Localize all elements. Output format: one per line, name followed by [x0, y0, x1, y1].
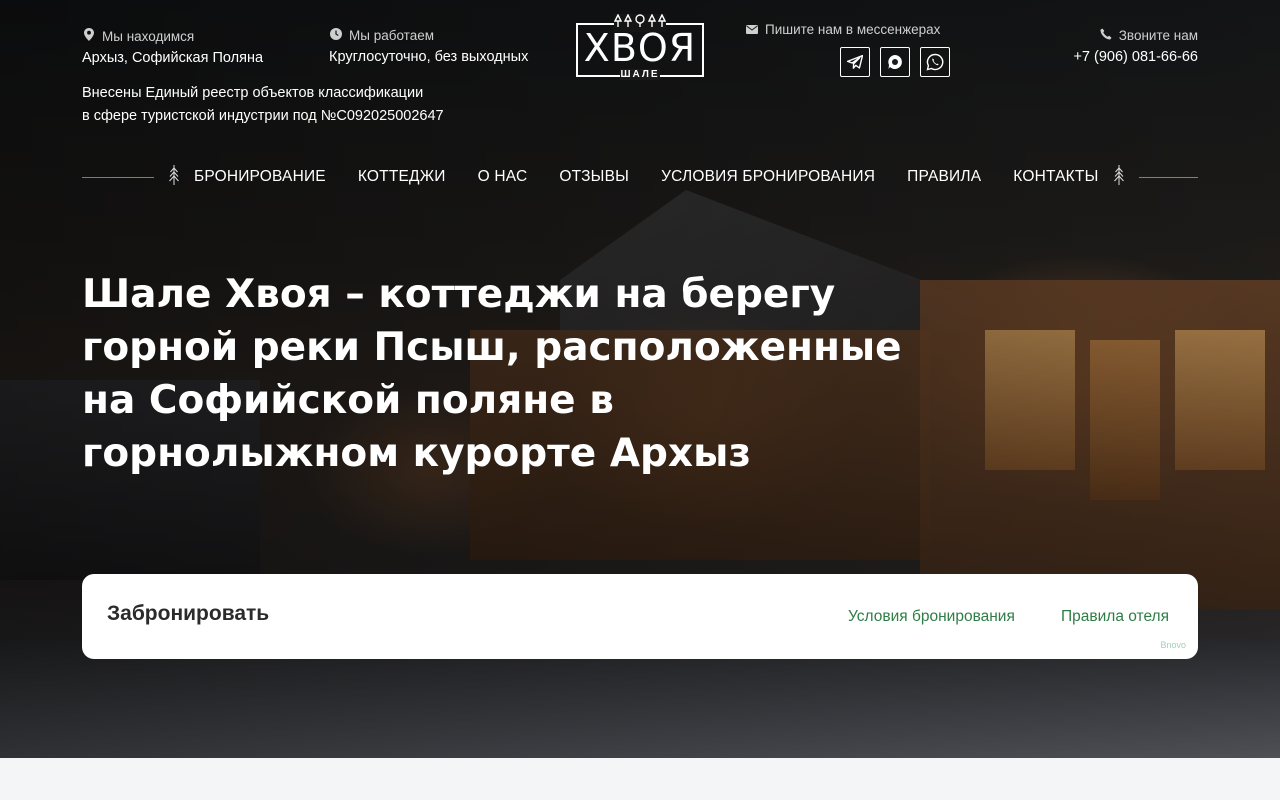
- mail-icon: [745, 23, 759, 37]
- location-value: Архыз, Софийская Поляна: [82, 50, 264, 66]
- hours-info: Мы работаем Круглосуточно, без выходных: [329, 28, 528, 65]
- pine-tree-icon: [1113, 164, 1125, 190]
- nav-item-about[interactable]: О НАС: [478, 168, 528, 186]
- phone-info: Звоните нам +7 (906) 081-66-66: [1073, 28, 1198, 65]
- nav-item-cottages[interactable]: КОТТЕДЖИ: [358, 168, 446, 186]
- max-messenger-icon[interactable]: [880, 47, 910, 77]
- booking-terms-link[interactable]: Условия бронирования: [848, 608, 1015, 626]
- hotel-rules-link[interactable]: Правила отеля: [1061, 608, 1169, 626]
- logo-subtitle: ШАЛЕ: [620, 69, 660, 80]
- phone-icon: [1099, 28, 1113, 43]
- nav-item-reviews[interactable]: ОТЗЫВЫ: [559, 168, 629, 186]
- hero-headline: Шале Хвоя – коттеджи на берегу горной ре…: [82, 272, 902, 476]
- nav-item-booking-terms[interactable]: УСЛОВИЯ БРОНИРОВАНИЯ: [661, 168, 875, 186]
- main-nav: БРОНИРОВАНИЕ КОТТЕДЖИ О НАС ОТЗЫВЫ УСЛОВ…: [82, 160, 1198, 194]
- hours-label: Мы работаем: [349, 28, 434, 43]
- messenger-info: Пишите нам в мессенжерах: [745, 22, 950, 77]
- location-info: Мы находимся Архыз, Софийская Поляна: [82, 28, 263, 66]
- booking-widget: Забронировать Условия бронирования Прави…: [82, 574, 1198, 659]
- site-logo[interactable]: ХВОЯ ШАЛЕ: [576, 13, 704, 80]
- nav-divider-right: [1138, 176, 1198, 178]
- nav-item-contacts[interactable]: КОНТАКТЫ: [1013, 168, 1098, 186]
- phone-label: Звоните нам: [1118, 28, 1198, 43]
- hours-value: Круглосуточно, без выходных: [329, 49, 529, 65]
- powered-by-bnovo[interactable]: Bnovo: [1160, 640, 1186, 650]
- nav-menu: БРОНИРОВАНИЕ КОТТЕДЖИ О НАС ОТЗЫВЫ УСЛОВ…: [194, 168, 1099, 186]
- booking-title: Забронировать: [107, 602, 270, 625]
- nav-item-booking[interactable]: БРОНИРОВАНИЕ: [194, 168, 326, 186]
- whatsapp-icon[interactable]: [920, 47, 950, 77]
- pine-tree-icon: [168, 164, 180, 190]
- location-label: Мы находимся: [102, 28, 195, 44]
- messenger-label: Пишите нам в мессенжерах: [765, 22, 941, 37]
- registry-line-1: Внесены Единый реестр объектов классифик…: [82, 85, 424, 101]
- map-pin-icon: [82, 28, 96, 44]
- nav-item-rules[interactable]: ПРАВИЛА: [907, 168, 981, 186]
- registry-notice: Внесены Единый реестр объектов классифик…: [82, 82, 502, 128]
- telegram-icon[interactable]: [840, 47, 870, 77]
- nav-divider-left: [82, 176, 154, 178]
- clock-icon: [329, 28, 343, 43]
- registry-line-2: в сфере туристской индустрии под №C09202…: [82, 108, 444, 124]
- phone-number-link[interactable]: +7 (906) 081-66-66: [1073, 49, 1198, 65]
- logo-title: ХВОЯ: [583, 26, 697, 70]
- social-links: [840, 47, 950, 77]
